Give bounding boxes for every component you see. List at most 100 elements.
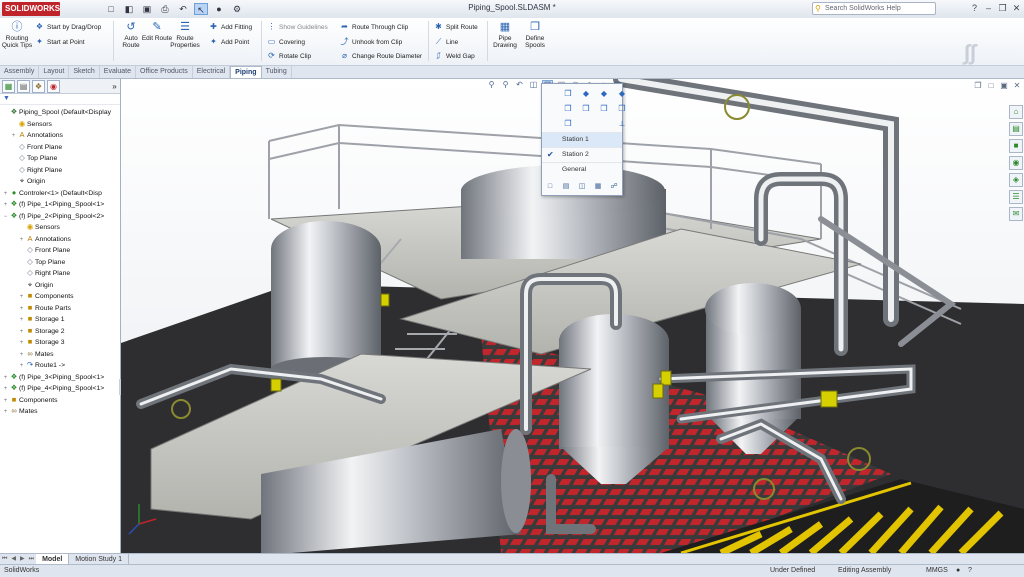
add-fitting-button[interactable]: ✚ Add Fitting: [208, 20, 252, 33]
expand-toggle-icon[interactable]: +: [18, 327, 25, 337]
panel-expand-icon[interactable]: »: [109, 81, 120, 92]
front-view-icon[interactable]: ❒: [560, 87, 576, 100]
tree-item[interactable]: ◇ Front Plane: [0, 244, 120, 256]
split-route-button[interactable]: ✱ Split Route: [433, 20, 478, 33]
tree-item[interactable]: ◇ Right Plane: [0, 267, 120, 279]
route-through-clip-button[interactable]: ➦ Route Through Clip: [339, 20, 408, 33]
configuration-manager-tab-icon[interactable]: ❖: [32, 79, 45, 93]
status-units[interactable]: MMGS: [926, 565, 948, 577]
start-by-drag-drop-button[interactable]: ❖ Start by Drag/Drop: [34, 20, 101, 33]
expand-toggle-icon[interactable]: +: [2, 407, 9, 417]
isometric-view-icon[interactable]: ❒: [596, 102, 612, 115]
tree-filter[interactable]: ▼: [0, 94, 120, 105]
named-view-station-1[interactable]: Station 1: [542, 132, 622, 147]
expand-toggle-icon[interactable]: +: [18, 315, 25, 325]
expand-toggle-icon[interactable]: +: [2, 373, 9, 383]
expand-toggle-icon[interactable]: +: [2, 384, 9, 394]
appearances-icon[interactable]: ◈: [1009, 173, 1023, 187]
property-manager-tab-icon[interactable]: ▤: [17, 79, 30, 93]
pipe-drawing-button[interactable]: ▦ Pipe Drawing: [489, 20, 521, 49]
line-button[interactable]: ⟋ Line: [433, 35, 459, 48]
named-view-general[interactable]: General: [542, 162, 622, 177]
tree-item[interactable]: + A Annotations: [0, 129, 120, 141]
left-view-icon[interactable]: ◆: [596, 87, 612, 100]
view-palette-icon[interactable]: ◉: [1009, 156, 1023, 170]
expand-toggle-icon[interactable]: +: [2, 396, 9, 406]
tree-item[interactable]: + ■ Storage 1: [0, 313, 120, 325]
two-view-vertical-icon[interactable]: ◫: [576, 182, 588, 192]
named-view-station-2[interactable]: ✔ Station 2: [542, 147, 622, 162]
tab-assembly[interactable]: Assembly: [0, 66, 40, 78]
tree-item[interactable]: − ❖ (f) Pipe_2<Piping_Spool<2>: [0, 210, 120, 222]
expand-toggle-icon[interactable]: +: [18, 338, 25, 348]
link-views-icon[interactable]: ☍: [608, 182, 620, 192]
tree-item[interactable]: + ❖ (f) Pipe_3<Piping_Spool<1>: [0, 371, 120, 383]
tree-item[interactable]: ◉ Sensors: [0, 118, 120, 130]
tab-sketch[interactable]: Sketch: [69, 66, 100, 78]
help-status-icon[interactable]: ?: [968, 565, 972, 577]
rebuild-status-icon[interactable]: ●: [956, 565, 960, 577]
tree-item[interactable]: + A Annotations: [0, 233, 120, 245]
viewport-minimize-icon[interactable]: □: [986, 81, 996, 90]
expand-toggle-icon[interactable]: +: [18, 350, 25, 360]
tree-item[interactable]: + ↷ Route1 ->: [0, 359, 120, 371]
viewport-restore-icon[interactable]: ❐: [973, 81, 983, 90]
tree-item[interactable]: + ❖ (f) Pipe_1<Piping_Spool<1>: [0, 198, 120, 210]
covering-button[interactable]: ▭ Covering: [266, 35, 305, 48]
tab-piping[interactable]: Piping: [230, 66, 262, 78]
expand-toggle-icon[interactable]: +: [2, 200, 9, 210]
tree-item[interactable]: + ■ Route Parts: [0, 302, 120, 314]
change-route-diameter-button[interactable]: ⌀ Change Route Diameter: [339, 49, 422, 62]
display-manager-tab-icon[interactable]: ◉: [47, 79, 60, 93]
resources-icon[interactable]: ⌂: [1009, 105, 1023, 119]
tab-layout[interactable]: Layout: [39, 66, 70, 78]
dimetric-view-icon[interactable]: ❒: [560, 117, 576, 130]
tree-item[interactable]: + ■ Components: [0, 290, 120, 302]
normal-to-icon[interactable]: ⟂: [614, 117, 630, 130]
define-spools-button[interactable]: ❒ Define Spools: [519, 20, 551, 49]
tree-item[interactable]: ❖ Piping_Spool (Default<Display: [0, 106, 120, 118]
add-point-button[interactable]: ✦ Add Point: [208, 35, 249, 48]
section-view-icon[interactable]: ◫: [528, 80, 539, 91]
help-icon[interactable]: ?: [969, 2, 980, 14]
feature-manager-tab-icon[interactable]: ▦: [2, 79, 15, 93]
viewport-close-icon[interactable]: ✕: [1012, 81, 1022, 90]
rotate-clip-button[interactable]: ⟳ Rotate Clip: [266, 49, 311, 62]
tree-item[interactable]: ⌖ Origin: [0, 279, 120, 291]
four-view-icon[interactable]: ▦: [592, 182, 604, 192]
unhook-from-clip-button[interactable]: ⤴ Unhook from Clip: [339, 35, 403, 48]
start-at-point-button[interactable]: ✦ Start at Point: [34, 35, 84, 48]
show-guidelines-button[interactable]: ⋮ Show Guidelines: [266, 20, 328, 33]
two-view-horizontal-icon[interactable]: ▤: [560, 182, 572, 192]
close-icon[interactable]: ✕: [1011, 2, 1022, 14]
tree-item[interactable]: + ∞ Mates: [0, 405, 120, 417]
trimetric-view-icon[interactable]: ❒: [614, 102, 630, 115]
tree-item[interactable]: + ■ Storage 2: [0, 325, 120, 337]
top-view-icon[interactable]: ❒: [560, 102, 576, 115]
help-search-input[interactable]: ⚲ Search SolidWorks Help: [812, 2, 936, 15]
expand-toggle-icon[interactable]: −: [2, 212, 9, 222]
tab-electrical[interactable]: Electrical: [193, 66, 231, 78]
tab-evaluate[interactable]: Evaluate: [100, 66, 137, 78]
back-view-icon[interactable]: ◆: [578, 87, 594, 100]
expand-toggle-icon[interactable]: +: [18, 235, 25, 245]
tree-item[interactable]: ◇ Right Plane: [0, 164, 120, 176]
zoom-to-area-icon[interactable]: ⚲: [500, 80, 511, 91]
tree-item[interactable]: ◉ Sensors: [0, 221, 120, 233]
zoom-to-fit-icon[interactable]: ⚲: [486, 80, 497, 91]
tree-item[interactable]: + ∞ Mates: [0, 348, 120, 360]
tree-item[interactable]: ⌖ Origin: [0, 175, 120, 187]
forum-icon[interactable]: ✉: [1009, 207, 1023, 221]
expand-toggle-icon[interactable]: +: [18, 361, 25, 371]
expand-toggle-icon[interactable]: +: [18, 292, 25, 302]
expand-toggle-icon[interactable]: +: [18, 304, 25, 314]
viewport-maximize-icon[interactable]: ▣: [999, 81, 1009, 90]
previous-view-icon[interactable]: ↶: [514, 80, 525, 91]
expand-toggle-icon[interactable]: +: [2, 189, 9, 199]
routing-quick-tips-button[interactable]: ⓘ Routing Quick Tips: [1, 20, 33, 49]
tree-item[interactable]: ◇ Top Plane: [0, 256, 120, 268]
tree-item[interactable]: + ● Controler<1> (Default<Disp: [0, 187, 120, 199]
expand-toggle-icon[interactable]: +: [10, 131, 17, 141]
minimize-icon[interactable]: –: [983, 2, 994, 14]
single-view-icon[interactable]: □: [544, 182, 556, 192]
